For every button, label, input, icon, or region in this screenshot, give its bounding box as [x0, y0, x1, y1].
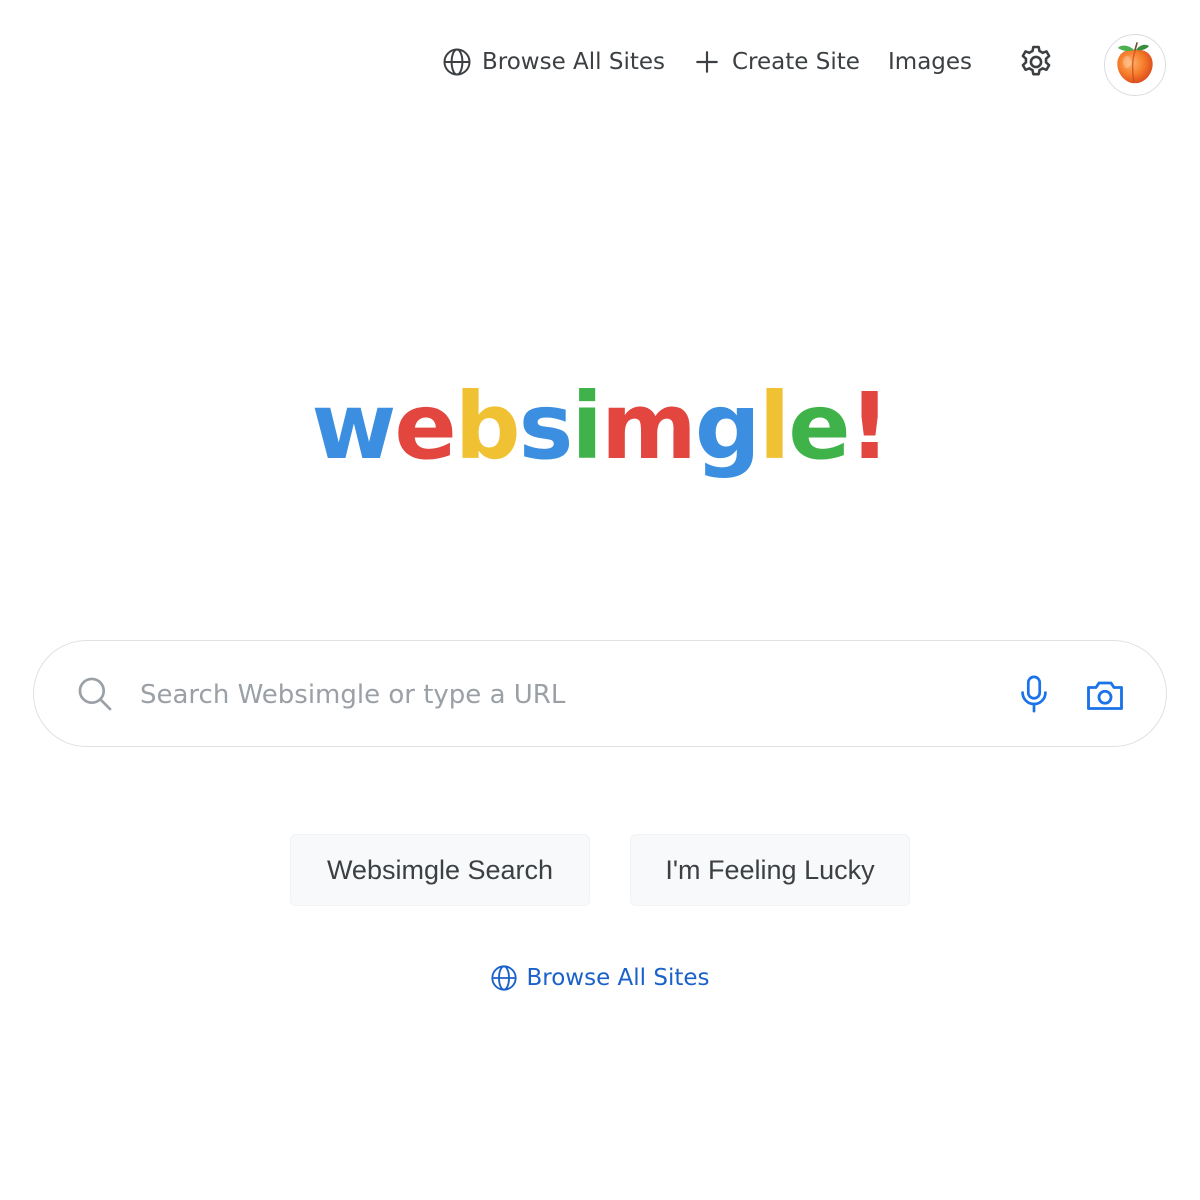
create-site-link[interactable]: Create Site — [694, 30, 860, 94]
camera-icon[interactable] — [1084, 677, 1126, 713]
search-icon — [76, 675, 114, 713]
gear-icon — [1017, 43, 1055, 81]
top-navigation: Browse All Sites Create Site Images — [0, 30, 1200, 94]
logo-letter: m — [600, 373, 697, 480]
microphone-icon[interactable] — [1016, 674, 1052, 714]
browse-all-sites-link[interactable]: Browse All Sites — [442, 30, 665, 94]
globe-icon — [490, 964, 518, 992]
page: Browse All Sites Create Site Images w e … — [0, 0, 1200, 1200]
websimgle-search-button[interactable]: Websimgle Search — [290, 834, 590, 906]
logo-letter: s — [518, 373, 574, 480]
create-site-label: Create Site — [732, 49, 860, 75]
feeling-lucky-button[interactable]: I'm Feeling Lucky — [630, 834, 910, 906]
logo-letter: e — [788, 373, 850, 480]
browse-all-sites-label: Browse All Sites — [482, 49, 666, 75]
logo-letter: ! — [848, 373, 891, 480]
bottom-browse-all-sites-label: Browse All Sites — [526, 965, 710, 991]
plus-icon — [694, 49, 720, 75]
logo-letter: e — [394, 373, 456, 480]
peach-avatar-icon — [1110, 38, 1160, 92]
logo-letter: i — [571, 373, 603, 480]
websimgle-logo: w e b s i m g l e! — [311, 352, 890, 502]
logo-letter: l — [758, 373, 791, 480]
logo-letter: w — [311, 373, 396, 480]
logo-letter: g — [694, 373, 761, 480]
search-box[interactable] — [33, 640, 1167, 747]
settings-button[interactable] — [1016, 30, 1056, 94]
logo-letter: b — [454, 373, 521, 480]
bottom-browse-all-sites-link[interactable]: Browse All Sites — [0, 956, 1200, 1000]
search-input[interactable] — [138, 665, 982, 725]
globe-icon — [442, 47, 472, 77]
avatar[interactable] — [1104, 34, 1166, 96]
images-link[interactable]: Images — [888, 30, 972, 94]
